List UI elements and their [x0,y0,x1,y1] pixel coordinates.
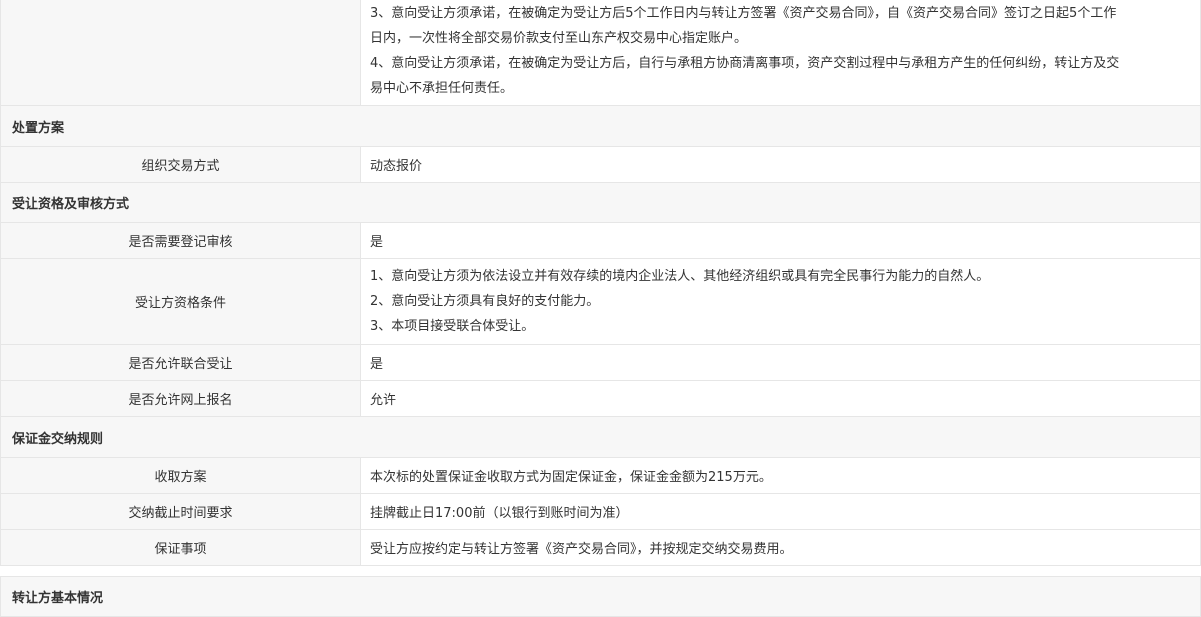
online-signup-row: 是否允许网上报名 允许 [0,380,1201,417]
registration-review-label: 是否需要登记审核 [0,222,361,259]
payment-deadline-row: 交纳截止时间要求 挂牌截止日17:00前（以银行到账时间为准） [0,493,1201,530]
transferee-conditions-value: 1、意向受让方须为依法设立并有效存续的境内企业法人、其他经济组织或具有完全民事行… [360,258,1201,345]
section-disposal-plan-row: 处置方案 [0,105,1201,147]
online-signup-label: 是否允许网上报名 [0,380,361,417]
listing-detail-table: 3、意向受让方须承诺，在被确定为受让方后5个工作日内与转让方签署《资产交易合同》… [0,0,1201,566]
transferor-info-table: 转让方基本情况 [0,576,1201,617]
trade-method-label: 组织交易方式 [0,146,361,183]
payment-deadline-value: 挂牌截止日17:00前（以银行到账时间为准） [360,493,1201,530]
trade-method-row: 组织交易方式 动态报价 [0,146,1201,183]
section-title-transferor-info: 转让方基本情况 [0,576,1201,617]
commitments-label-cell [0,0,361,106]
transferee-conditions-label: 受让方资格条件 [0,258,361,345]
section-transferor-info-row: 转让方基本情况 [0,576,1201,617]
commitment-item-4-line-2: 易中心不承担任何责任。 [370,81,514,96]
commitment-item-4-line-1: 4、意向受让方须承诺，在被确定为受让方后，自行与承租方协商清离事项，资产交割过程… [370,56,1120,71]
joint-transfer-row: 是否允许联合受让 是 [0,344,1201,381]
collection-plan-row: 收取方案 本次标的处置保证金收取方式为固定保证金，保证金金额为215万元。 [0,457,1201,494]
commitment-item-3-line-1: 3、意向受让方须承诺，在被确定为受让方后5个工作日内与转让方签署《资产交易合同》… [370,6,1117,21]
commitment-item-3-line-2: 日内，一次性将全部交易价款支付至山东产权交易中心指定账户。 [370,31,748,46]
commitments-value-cell: 3、意向受让方须承诺，在被确定为受让方后5个工作日内与转让方签署《资产交易合同》… [360,0,1201,106]
condition-item-1: 1、意向受让方须为依法设立并有效存续的境内企业法人、其他经济组织或具有完全民事行… [370,269,990,284]
online-signup-value: 允许 [360,380,1201,417]
registration-review-value: 是 [360,222,1201,259]
commitments-row: 3、意向受让方须承诺，在被确定为受让方后5个工作日内与转让方签署《资产交易合同》… [0,0,1201,106]
registration-review-row: 是否需要登记审核 是 [0,222,1201,259]
deposit-matters-label: 保证事项 [0,529,361,566]
deposit-matters-row: 保证事项 受让方应按约定与转让方签署《资产交易合同》，并按规定交纳交易费用。 [0,529,1201,566]
section-qualification-row: 受让资格及审核方式 [0,182,1201,223]
deposit-matters-value: 受让方应按约定与转让方签署《资产交易合同》，并按规定交纳交易费用。 [360,529,1201,566]
section-deposit-rules-row: 保证金交纳规则 [0,416,1201,458]
collection-plan-value: 本次标的处置保证金收取方式为固定保证金，保证金金额为215万元。 [360,457,1201,494]
joint-transfer-label: 是否允许联合受让 [0,344,361,381]
section-title-qualification: 受让资格及审核方式 [0,182,1201,223]
payment-deadline-label: 交纳截止时间要求 [0,493,361,530]
condition-item-2: 2、意向受让方须具有良好的支付能力。 [370,294,600,309]
section-title-disposal-plan: 处置方案 [0,105,1201,147]
joint-transfer-value: 是 [360,344,1201,381]
transferee-conditions-row: 受让方资格条件 1、意向受让方须为依法设立并有效存续的境内企业法人、其他经济组织… [0,258,1201,345]
trade-method-value: 动态报价 [360,146,1201,183]
collection-plan-label: 收取方案 [0,457,361,494]
section-title-deposit-rules: 保证金交纳规则 [0,416,1201,458]
condition-item-3: 3、本项目接受联合体受让。 [370,319,535,334]
